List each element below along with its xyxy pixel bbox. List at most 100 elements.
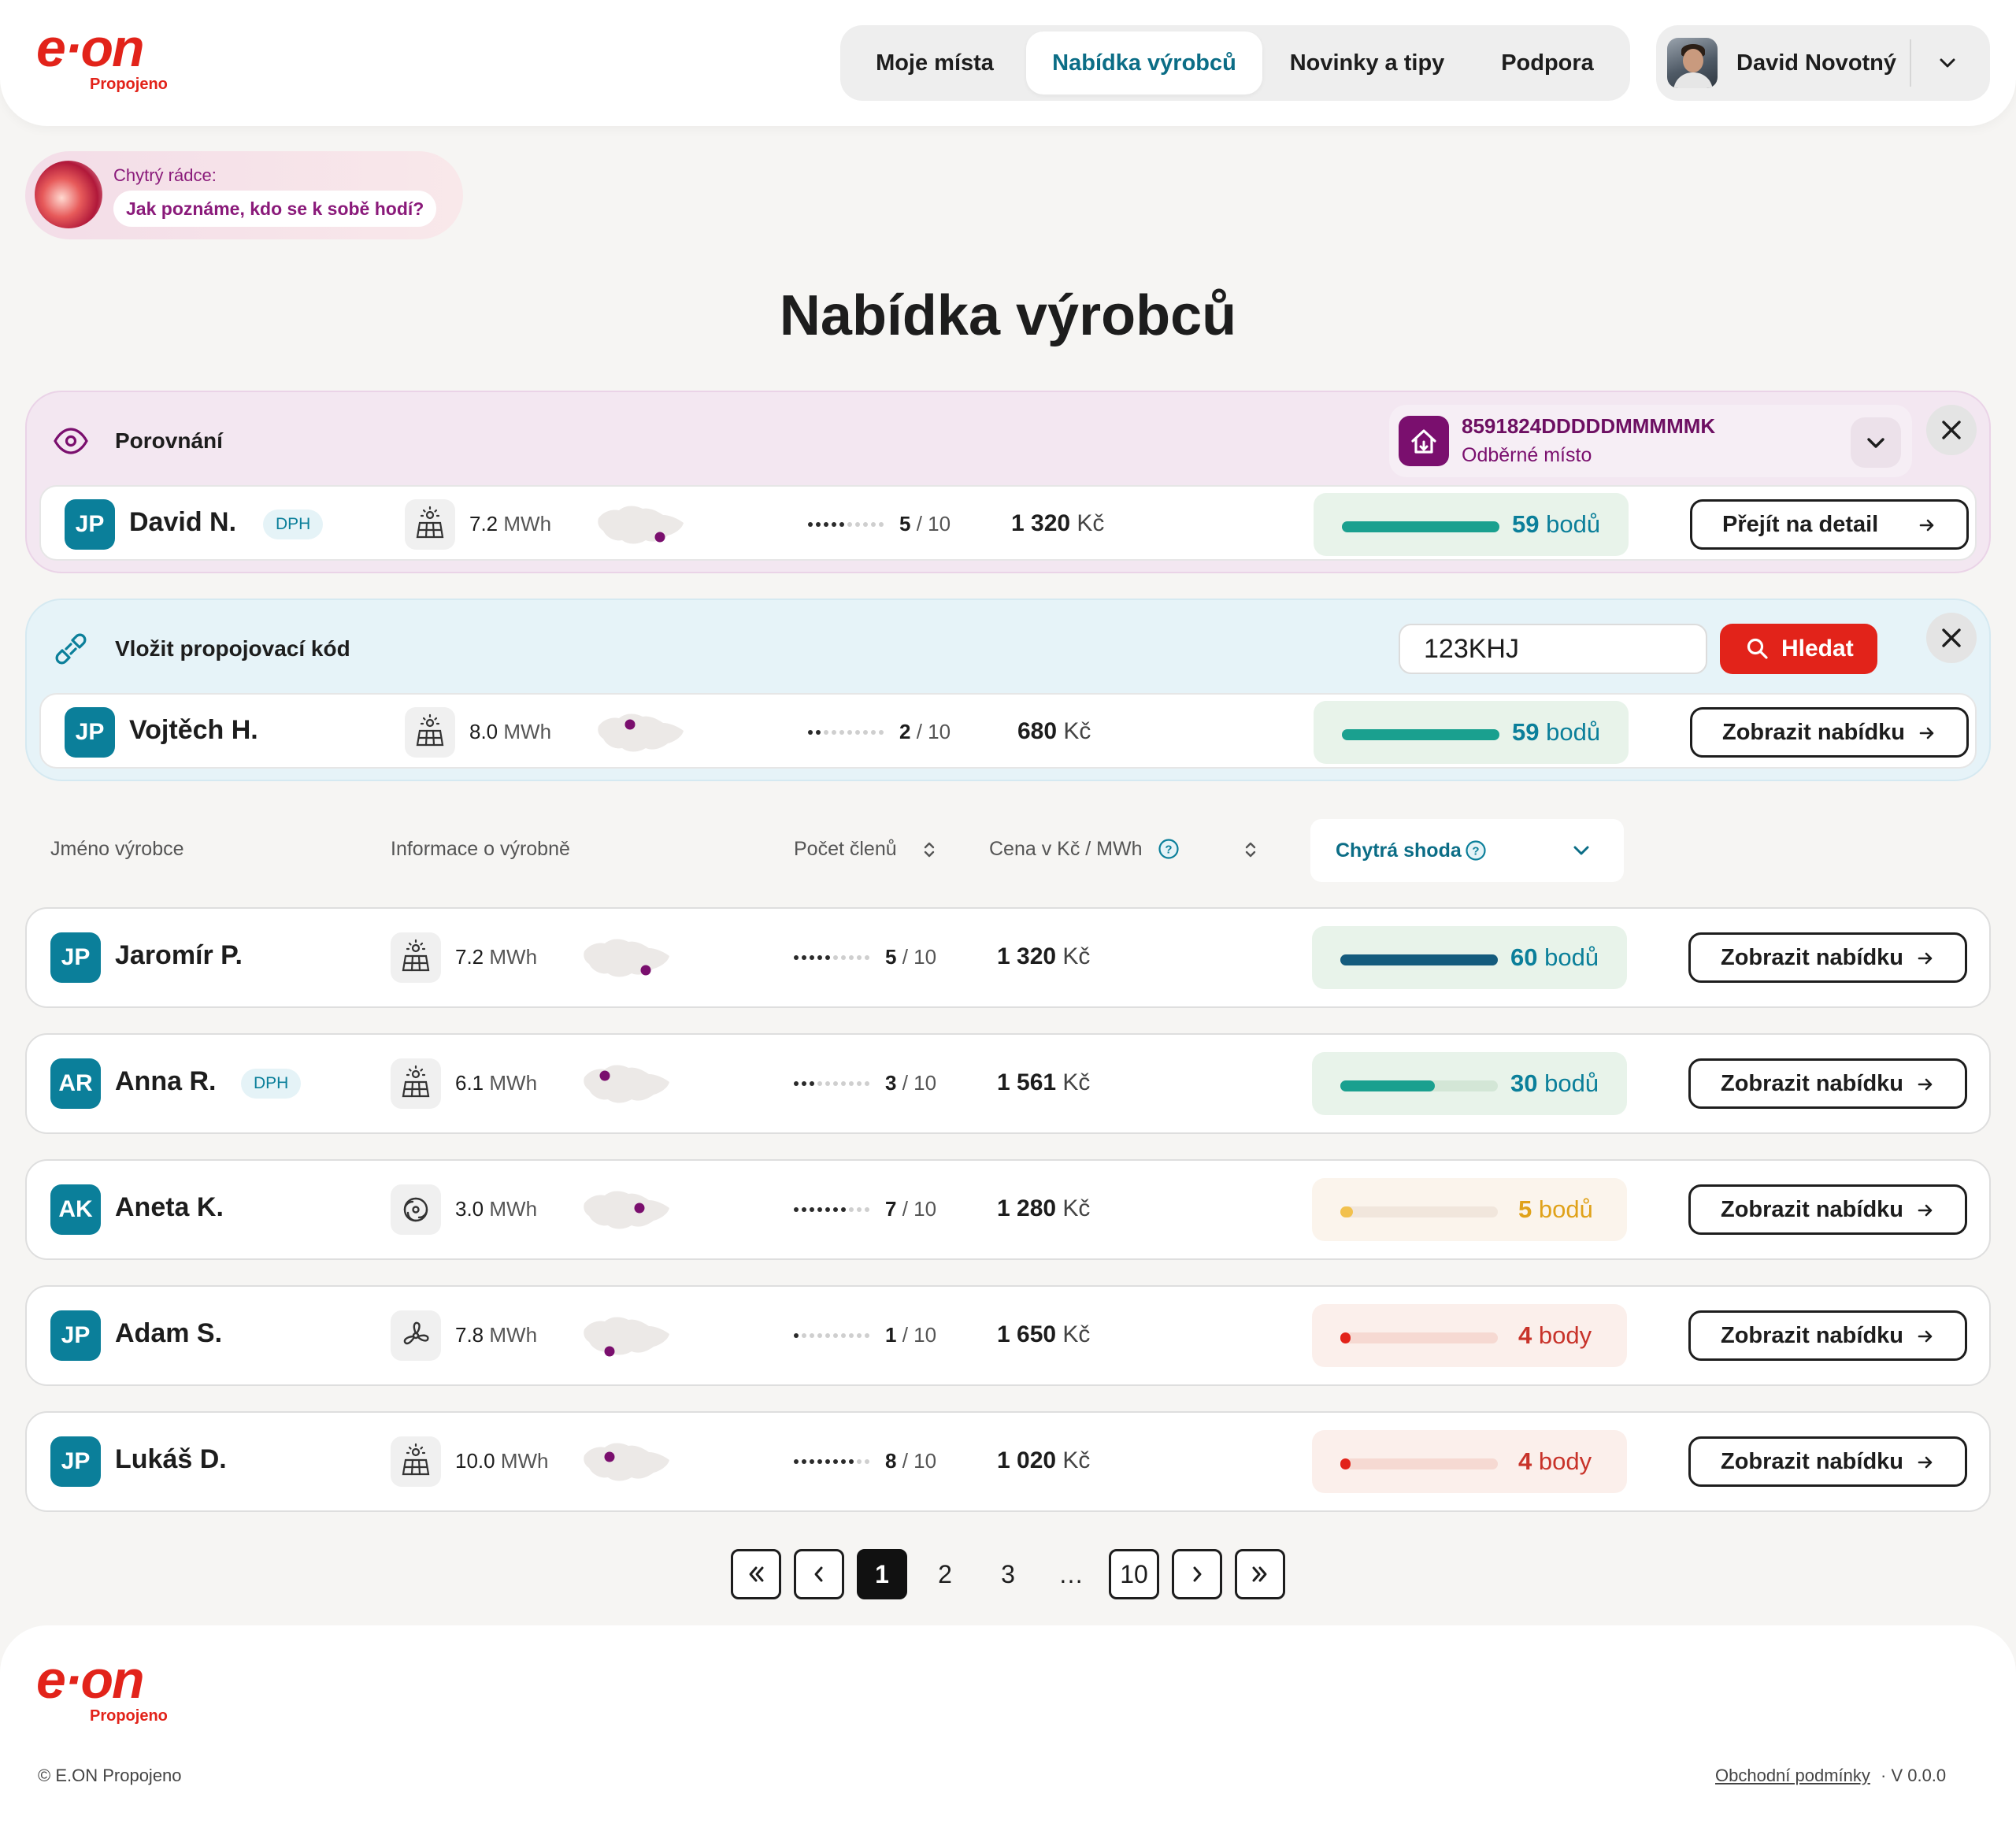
smart-match-dropdown[interactable]: Chytrá shoda ? — [1310, 819, 1624, 882]
price-unit: Kč — [1062, 1195, 1091, 1221]
price-value: 1 320 — [1011, 510, 1071, 536]
chevron-down-icon — [1867, 438, 1884, 448]
advisor-question[interactable]: Jak poznáme, kdo se k sobě hodí? — [113, 191, 437, 227]
arrow-right-icon — [1918, 1204, 1933, 1217]
producer-row: JP Jaromír P. 7.2 MWh 5 / 10 1 320 Kč 60 bo… — [25, 907, 1991, 1008]
close-icon — [1942, 421, 1961, 439]
member-count-value: 5 — [899, 512, 911, 536]
producer-name[interactable]: Anna R. — [115, 1066, 216, 1097]
view-offer-button[interactable]: Zobrazit nabídku — [1688, 1436, 1967, 1487]
view-offer-button[interactable]: Zobrazit nabídku — [1688, 1184, 1967, 1235]
mwh-unit: MWh — [489, 945, 538, 969]
price-value: 1 561 — [997, 1069, 1057, 1095]
chevron-left-icon — [814, 1566, 823, 1582]
nav-novinky-a-tipy[interactable]: Novinky a tipy — [1269, 32, 1466, 94]
prev-page-button[interactable] — [794, 1549, 844, 1599]
score-points-value: 59 — [1512, 718, 1540, 746]
solar-icon — [405, 499, 455, 550]
score-bar-fill — [1342, 729, 1499, 740]
chevron-down-icon[interactable] — [1932, 47, 1963, 79]
producer-name[interactable]: Lukáš D. — [115, 1444, 227, 1475]
smart-match-score: 59 bodů — [1314, 701, 1629, 764]
production-amount: 3.0 MWh — [455, 1197, 537, 1221]
help-icon[interactable]: ? — [1158, 838, 1180, 860]
header-price[interactable]: Cena v Kč / MWh — [989, 838, 1143, 861]
production-amount: 7.2 MWh — [469, 512, 551, 536]
help-icon[interactable]: ? — [1465, 839, 1487, 862]
page-10[interactable]: 10 — [1109, 1549, 1159, 1599]
location-map-icon — [584, 1443, 669, 1481]
production-amount: 7.2 MWh — [455, 945, 537, 969]
producer-row: AR Anna R. DPH 6.1 MWh 3 / 10 1 561 Kč 30 bo… — [25, 1033, 1991, 1134]
mwh-value: 10.0 — [455, 1449, 495, 1473]
price: 1 561 Kč — [997, 1069, 1090, 1096]
sort-icon[interactable] — [1243, 839, 1258, 860]
smart-match-score: 60 bodů — [1312, 926, 1627, 989]
production-amount: 10.0 MWh — [455, 1449, 549, 1473]
nav-moje-mista[interactable]: Moje místa — [850, 32, 1020, 94]
producer-name[interactable]: Aneta K. — [115, 1192, 224, 1223]
producer-name[interactable]: David N. — [129, 507, 236, 538]
connection-code-input[interactable] — [1399, 624, 1707, 674]
page-3[interactable]: 3 — [983, 1549, 1033, 1599]
view-offer-button[interactable]: Zobrazit nabídku — [1688, 932, 1967, 983]
score-points-unit: body — [1538, 1321, 1592, 1349]
score-points-value: 4 — [1518, 1447, 1532, 1475]
next-page-button[interactable] — [1172, 1549, 1222, 1599]
logo-subtitle: Propojeno — [90, 76, 168, 93]
score-bar — [1342, 729, 1499, 740]
first-page-button[interactable] — [731, 1549, 781, 1599]
score-bar — [1340, 1332, 1498, 1343]
place-label: Odběrné místo — [1462, 444, 1592, 466]
header-members[interactable]: Počet členů — [794, 838, 897, 861]
chevron-down-icon — [1573, 846, 1589, 855]
last-page-button[interactable] — [1235, 1549, 1285, 1599]
member-count-value: 1 — [885, 1323, 897, 1347]
nav-podpora[interactable]: Podpora — [1470, 32, 1625, 94]
eon-logo[interactable]: e·on — [36, 17, 145, 79]
eon-logo[interactable]: e·on — [36, 1649, 145, 1710]
price: 1 650 Kč — [997, 1321, 1090, 1348]
view-offer-button[interactable]: Zobrazit nabídku — [1688, 1310, 1967, 1361]
view-offer-button[interactable]: Zobrazit nabídku — [1688, 1058, 1967, 1109]
user-menu[interactable]: David Novotný — [1656, 25, 1990, 101]
vat-badge: DPH — [241, 1069, 302, 1099]
price: 1 280 Kč — [997, 1195, 1090, 1222]
page-ellipsis: … — [1058, 1560, 1084, 1588]
close-compare-button[interactable] — [1926, 405, 1977, 455]
view-offer-button[interactable]: Zobrazit nabídku — [1690, 707, 1969, 758]
smart-match-score: 59 bodů — [1314, 493, 1629, 556]
close-code-button[interactable] — [1926, 613, 1977, 663]
place-dropdown-button[interactable] — [1851, 417, 1901, 468]
water-icon — [391, 1184, 441, 1235]
header-name: Jméno výrobce — [50, 838, 184, 860]
page-2[interactable]: 2 — [920, 1549, 970, 1599]
score-points-unit: body — [1538, 1447, 1592, 1475]
score-bar-fill — [1340, 1206, 1353, 1217]
score-points: 5 bodů — [1518, 1178, 1593, 1241]
smart-match-score: 30 bodů — [1312, 1052, 1627, 1115]
score-points: 4 body — [1518, 1430, 1592, 1493]
close-icon — [1942, 628, 1961, 647]
view-offer-button[interactable]: Přejít na detail — [1690, 499, 1969, 550]
smart-advisor[interactable]: Chytrý rádce: Jak poznáme, kdo se k sobě… — [25, 151, 463, 239]
score-points: 4 body — [1518, 1304, 1592, 1367]
score-points-value: 4 — [1518, 1321, 1532, 1349]
view-offer-label: Přejít na detail — [1722, 512, 1879, 537]
sort-icon[interactable] — [921, 839, 937, 860]
consumption-place-select[interactable]: 8591824DDDDDMMMMMK Odběrné místo — [1389, 405, 1912, 477]
location-map-icon — [584, 1065, 669, 1103]
producer-initials: AK — [50, 1184, 101, 1235]
terms-link[interactable]: Obchodní podmínky — [1715, 1766, 1870, 1786]
nav-nabidka-vyrobcu[interactable]: Nabídka výrobců — [1026, 32, 1262, 94]
producer-name[interactable]: Adam S. — [115, 1318, 222, 1349]
production-amount: 8.0 MWh — [469, 720, 551, 744]
search-button[interactable]: Hledat — [1720, 624, 1877, 674]
producer-name[interactable]: Vojtěch H. — [129, 715, 258, 746]
page-1[interactable]: 1 — [857, 1549, 907, 1599]
score-points-value: 5 — [1518, 1195, 1532, 1223]
producer-name[interactable]: Jaromír P. — [115, 940, 243, 971]
mwh-unit: MWh — [503, 512, 552, 536]
member-count: 7 / 10 — [885, 1197, 936, 1221]
user-name: David Novotný — [1736, 50, 1897, 76]
